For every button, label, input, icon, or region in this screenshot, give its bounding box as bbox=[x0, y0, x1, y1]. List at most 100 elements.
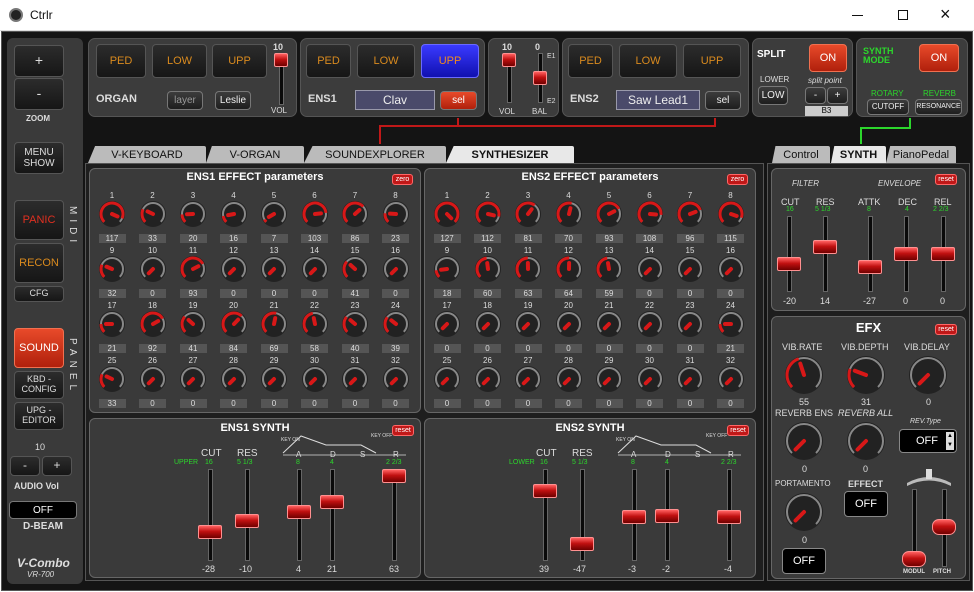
ens1-sel-button[interactable]: sel bbox=[440, 91, 477, 110]
knob-dial[interactable] bbox=[595, 365, 623, 393]
ens1-fx-knob-24[interactable]: 24 39 bbox=[382, 301, 410, 353]
ens1-fx-knob-26[interactable]: 26 0 bbox=[139, 356, 167, 408]
pitch-fader[interactable] bbox=[932, 489, 956, 567]
knob-dial[interactable] bbox=[555, 200, 583, 228]
resonance-button[interactable]: RESONANCE bbox=[915, 99, 962, 115]
kbd-config-button[interactable]: KBD - CONFIG bbox=[14, 371, 64, 399]
ens2-fx-knob-16[interactable]: 16 0 bbox=[717, 246, 745, 298]
tab-v-organ[interactable]: V-ORGAN bbox=[206, 146, 304, 163]
ens2-res-fader[interactable] bbox=[570, 469, 594, 561]
knob-dial[interactable] bbox=[341, 255, 369, 283]
ens1-fx-knob-29[interactable]: 29 0 bbox=[260, 356, 288, 408]
ens2-fx-knob-24[interactable]: 24 21 bbox=[717, 301, 745, 353]
modul-fader[interactable] bbox=[902, 489, 926, 567]
ens2-fx-knob-6[interactable]: 6 108 bbox=[636, 191, 664, 243]
ens2-sel-button[interactable]: sel bbox=[705, 91, 741, 110]
audio-minus-button[interactable]: - bbox=[10, 456, 40, 476]
ens1-fx-knob-14[interactable]: 14 0 bbox=[301, 246, 329, 298]
tab-control[interactable]: Control bbox=[772, 146, 830, 163]
efx-reset-button[interactable]: reset bbox=[935, 324, 957, 335]
knob-dial[interactable] bbox=[220, 200, 248, 228]
knob-dial[interactable] bbox=[717, 365, 745, 393]
organ-ped-button[interactable]: PED bbox=[96, 44, 146, 78]
filter-res-fader[interactable] bbox=[813, 216, 837, 292]
ens2-fx-knob-23[interactable]: 23 0 bbox=[676, 301, 704, 353]
ens2-fx-knob-13[interactable]: 13 59 bbox=[595, 246, 623, 298]
knob-dial[interactable] bbox=[433, 200, 461, 228]
filter-rel-fader[interactable] bbox=[931, 216, 955, 292]
upg-editor-button[interactable]: UPG - EDITOR bbox=[14, 402, 64, 430]
portamento-toggle[interactable]: OFF bbox=[782, 548, 826, 574]
knob-dial[interactable] bbox=[676, 255, 704, 283]
menu-show-button[interactable]: MENU SHOW bbox=[14, 142, 64, 174]
vib-rate-knob[interactable] bbox=[784, 355, 824, 395]
knob-dial[interactable] bbox=[301, 365, 329, 393]
tab-synthesizer[interactable]: SYNTHESIZER bbox=[446, 146, 574, 163]
ens2-fx-knob-30[interactable]: 30 0 bbox=[636, 356, 664, 408]
knob-dial[interactable] bbox=[301, 255, 329, 283]
ens1-fx-knob-15[interactable]: 15 41 bbox=[341, 246, 369, 298]
ens1-fx-knob-22[interactable]: 22 58 bbox=[301, 301, 329, 353]
dbeam-toggle[interactable]: OFF bbox=[9, 501, 77, 519]
ens1-fx-knob-31[interactable]: 31 0 bbox=[341, 356, 369, 408]
knob-dial[interactable] bbox=[636, 310, 664, 338]
ens2-fx-knob-29[interactable]: 29 0 bbox=[595, 356, 623, 408]
knob-dial[interactable] bbox=[676, 365, 704, 393]
cfg-button[interactable]: CFG bbox=[14, 286, 64, 302]
ens1-fx-knob-12[interactable]: 12 0 bbox=[220, 246, 248, 298]
rev-type-select[interactable]: OFF ▲ ▼ bbox=[899, 429, 957, 453]
ens2-fx-knob-4[interactable]: 4 70 bbox=[555, 191, 583, 243]
ens2-fx-knob-2[interactable]: 2 112 bbox=[474, 191, 502, 243]
ens2-fx-knob-8[interactable]: 8 115 bbox=[717, 191, 745, 243]
organ-upp-button[interactable]: UPP bbox=[212, 44, 267, 78]
ens2-fx-knob-9[interactable]: 9 18 bbox=[433, 246, 461, 298]
knob-dial[interactable] bbox=[260, 310, 288, 338]
knob-dial[interactable] bbox=[98, 255, 126, 283]
ens2-cut-fader[interactable] bbox=[533, 469, 557, 561]
knob-dial[interactable] bbox=[717, 310, 745, 338]
tab-v-keyboard[interactable]: V-KEYBOARD bbox=[88, 146, 206, 163]
ens1-fx-knob-13[interactable]: 13 0 bbox=[260, 246, 288, 298]
synth-mode-on-button[interactable]: ON bbox=[919, 44, 959, 72]
organ-low-button[interactable]: LOW bbox=[152, 44, 207, 78]
ens2-fx-knob-21[interactable]: 21 0 bbox=[595, 301, 623, 353]
filter-cut-fader[interactable] bbox=[777, 216, 801, 292]
ens1-fx-knob-32[interactable]: 32 0 bbox=[382, 356, 410, 408]
spinner-arrows-icon[interactable]: ▲ ▼ bbox=[946, 432, 954, 450]
vib-delay-knob[interactable] bbox=[908, 355, 948, 395]
ens1-fx-knob-17[interactable]: 17 21 bbox=[98, 301, 126, 353]
organ-vol-fader[interactable] bbox=[271, 53, 291, 105]
knob-dial[interactable] bbox=[717, 200, 745, 228]
ens2-fx-knob-10[interactable]: 10 60 bbox=[474, 246, 502, 298]
ens2-fx-knob-17[interactable]: 17 0 bbox=[433, 301, 461, 353]
ens2-fx-knob-22[interactable]: 22 0 bbox=[636, 301, 664, 353]
knob-dial[interactable] bbox=[139, 255, 167, 283]
ens2-fx-knob-1[interactable]: 1 127 bbox=[433, 191, 461, 243]
knob-dial[interactable] bbox=[636, 365, 664, 393]
ens2-fx-knob-32[interactable]: 32 0 bbox=[717, 356, 745, 408]
ens1-fx-knob-23[interactable]: 23 40 bbox=[341, 301, 369, 353]
ens1-fx-knob-10[interactable]: 10 0 bbox=[139, 246, 167, 298]
effect-toggle[interactable]: OFF bbox=[844, 491, 888, 517]
knob-dial[interactable] bbox=[179, 255, 207, 283]
zoom-out-button[interactable]: - bbox=[14, 78, 64, 110]
knob-dial[interactable] bbox=[139, 200, 167, 228]
minimize-icon[interactable] bbox=[852, 15, 863, 16]
ens1-fx-knob-28[interactable]: 28 0 bbox=[220, 356, 248, 408]
split-on-button[interactable]: ON bbox=[809, 44, 847, 72]
split-minus-button[interactable]: - bbox=[805, 87, 826, 104]
knob-dial[interactable] bbox=[595, 310, 623, 338]
ens1-fx-knob-1[interactable]: 1 117 bbox=[98, 191, 126, 243]
knob-dial[interactable] bbox=[341, 310, 369, 338]
close-icon[interactable]: × bbox=[940, 4, 951, 25]
ens2-fx-knob-20[interactable]: 20 0 bbox=[555, 301, 583, 353]
knob-dial[interactable] bbox=[636, 255, 664, 283]
knob-dial[interactable] bbox=[514, 365, 542, 393]
ens1-low-button[interactable]: LOW bbox=[357, 44, 415, 78]
knob-dial[interactable] bbox=[474, 310, 502, 338]
ens2-r-fader[interactable] bbox=[717, 469, 741, 561]
audio-plus-button[interactable]: + bbox=[42, 456, 72, 476]
knob-dial[interactable] bbox=[433, 310, 461, 338]
knob-dial[interactable] bbox=[301, 200, 329, 228]
knob-dial[interactable] bbox=[595, 200, 623, 228]
